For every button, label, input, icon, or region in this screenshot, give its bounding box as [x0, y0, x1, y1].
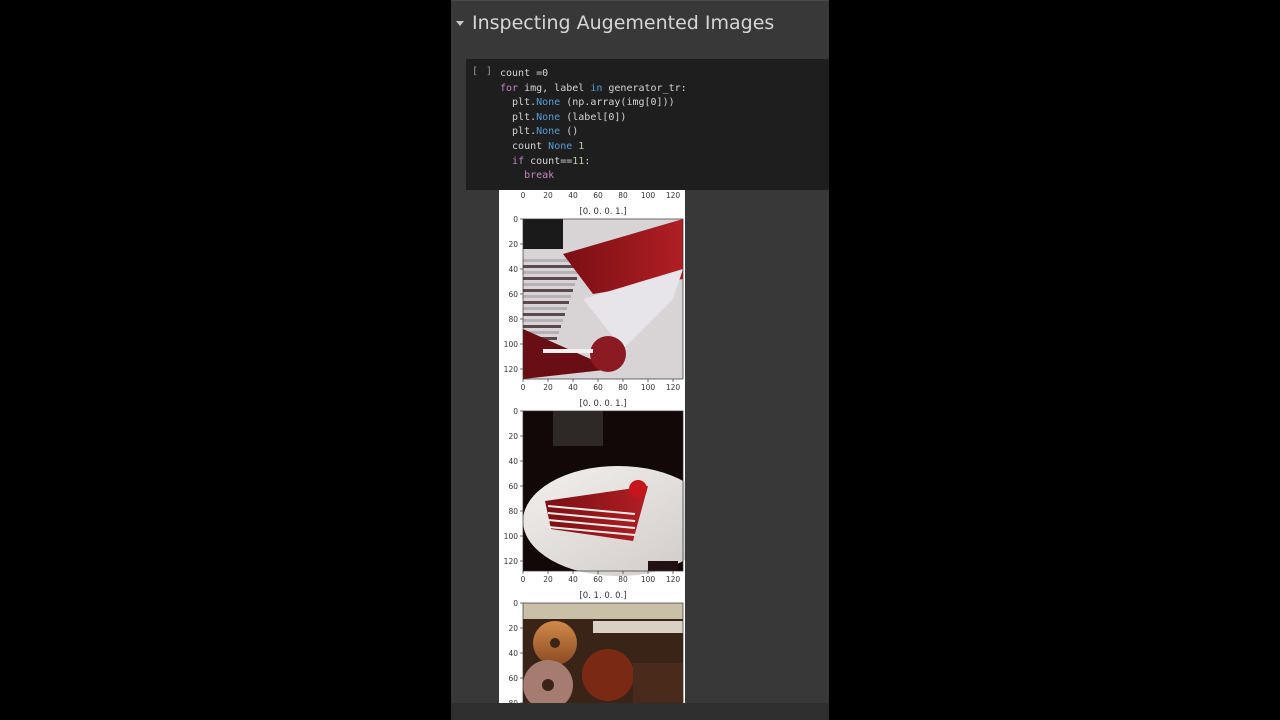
image-cake-slice: [523, 411, 685, 576]
y-tick-label: 60: [508, 290, 518, 299]
x-tick-label: 120: [666, 383, 681, 392]
notebook-panel: Inspecting Augemented Images [ ] count =…: [451, 0, 829, 720]
code-line: plt.None (label[0]): [500, 111, 687, 126]
code-token: (): [560, 126, 579, 138]
section-header[interactable]: Inspecting Augemented Images: [451, 8, 829, 38]
x-tick-label: 80: [618, 191, 628, 200]
x-tick-label: 120: [666, 191, 681, 200]
y-tick-label: 0: [513, 407, 518, 416]
y-tick-label: 20: [508, 240, 518, 249]
x-tick-label: 40: [568, 383, 578, 392]
x-tick-label: 20: [543, 191, 553, 200]
y-tick-label: 20: [508, 432, 518, 441]
divider: [451, 0, 829, 1]
x-tick-label: 60: [593, 383, 603, 392]
x-tick-label: 60: [593, 575, 603, 584]
x-tick-label: 60: [593, 191, 603, 200]
x-tick-label: 20: [543, 383, 553, 392]
code-line: for img, label in generator_tr:: [500, 82, 687, 97]
x-tick-label: 100: [641, 575, 656, 584]
code-token: (label[0]): [560, 111, 627, 123]
code-token: break: [524, 170, 555, 182]
code-token: in: [590, 82, 603, 94]
y-tick-label: 100: [504, 532, 519, 541]
code-token: count: [500, 140, 549, 152]
code-line: count =0: [500, 67, 687, 82]
image-augmented-cake: [523, 219, 683, 379]
code-token: generator_tr:: [602, 82, 687, 94]
code-line: plt.None (np.array(img[0])): [500, 96, 687, 111]
caret-down-icon[interactable]: [456, 20, 464, 26]
x-tick-label: 0: [521, 383, 526, 392]
code-token: 1: [578, 140, 585, 152]
code-token: plt.: [500, 97, 537, 109]
cell-output: 0 20 40 60 80 100 120 [0. 0. 0. 1.] 0 20 40 60 80 100…: [499, 190, 685, 720]
code-token: 11: [572, 155, 585, 167]
run-cell-button[interactable]: [ ]: [472, 66, 493, 77]
code-token: count =0: [500, 68, 549, 79]
x-tick-label: 80: [618, 575, 628, 584]
x-tick-label: 0: [521, 191, 526, 200]
code-editor[interactable]: count =0 for img, label in generator_tr: …: [500, 67, 687, 184]
x-tick-label: 80: [618, 383, 628, 392]
code-token: count==: [524, 155, 573, 167]
output-plots: 0 20 40 60 80 100 120 [0. 0. 0. 1.] 0 20 40 60 80 100…: [504, 191, 685, 720]
plot-title: [0. 0. 0. 1.]: [579, 399, 626, 409]
y-tick-label: 0: [513, 215, 518, 224]
code-token: (np.array(img[0])): [560, 97, 675, 109]
y-tick-label: 100: [504, 340, 519, 349]
code-line: count None 1: [500, 140, 687, 155]
x-tick-label: 100: [641, 191, 656, 200]
y-tick-label: 60: [508, 674, 518, 683]
scroll-footer: [451, 703, 829, 720]
plot-title: [0. 1. 0. 0.]: [579, 591, 626, 601]
x-tick-label: 0: [521, 575, 526, 584]
x-tick-label: 20: [543, 575, 553, 584]
y-tick-label: 40: [508, 265, 518, 274]
code-token: plt.: [500, 111, 537, 123]
code-token: if: [512, 155, 525, 167]
y-tick-label: 120: [504, 557, 519, 566]
y-tick-label: 40: [508, 649, 518, 658]
code-token: img, label: [518, 82, 591, 94]
code-token: plt.: [500, 126, 537, 138]
code-token: None: [536, 97, 561, 109]
y-tick-label: 60: [508, 482, 518, 491]
x-tick-label: 40: [568, 575, 578, 584]
x-tick-label: 40: [568, 191, 578, 200]
code-token: None: [536, 126, 561, 138]
code-token: None: [548, 140, 573, 152]
plot-title: [0. 0. 0. 1.]: [579, 207, 626, 217]
code-token: :: [584, 155, 591, 167]
section-title: Inspecting Augemented Images: [472, 12, 775, 34]
y-tick-label: 40: [508, 457, 518, 466]
code-token: for: [500, 82, 519, 94]
code-line: break: [500, 169, 687, 184]
x-tick-label: 100: [641, 383, 656, 392]
y-tick-label: 120: [504, 365, 519, 374]
y-tick-label: 20: [508, 624, 518, 633]
y-tick-label: 0: [513, 599, 518, 608]
code-line: plt.None (): [500, 125, 687, 140]
x-tick-label: 120: [666, 575, 681, 584]
code-line: if count==11:: [500, 155, 687, 170]
y-tick-label: 80: [508, 315, 518, 324]
code-token: None: [536, 111, 561, 123]
code-cell[interactable]: [ ] count =0 for img, label in generator_…: [466, 59, 829, 190]
y-tick-label: 80: [508, 507, 518, 516]
